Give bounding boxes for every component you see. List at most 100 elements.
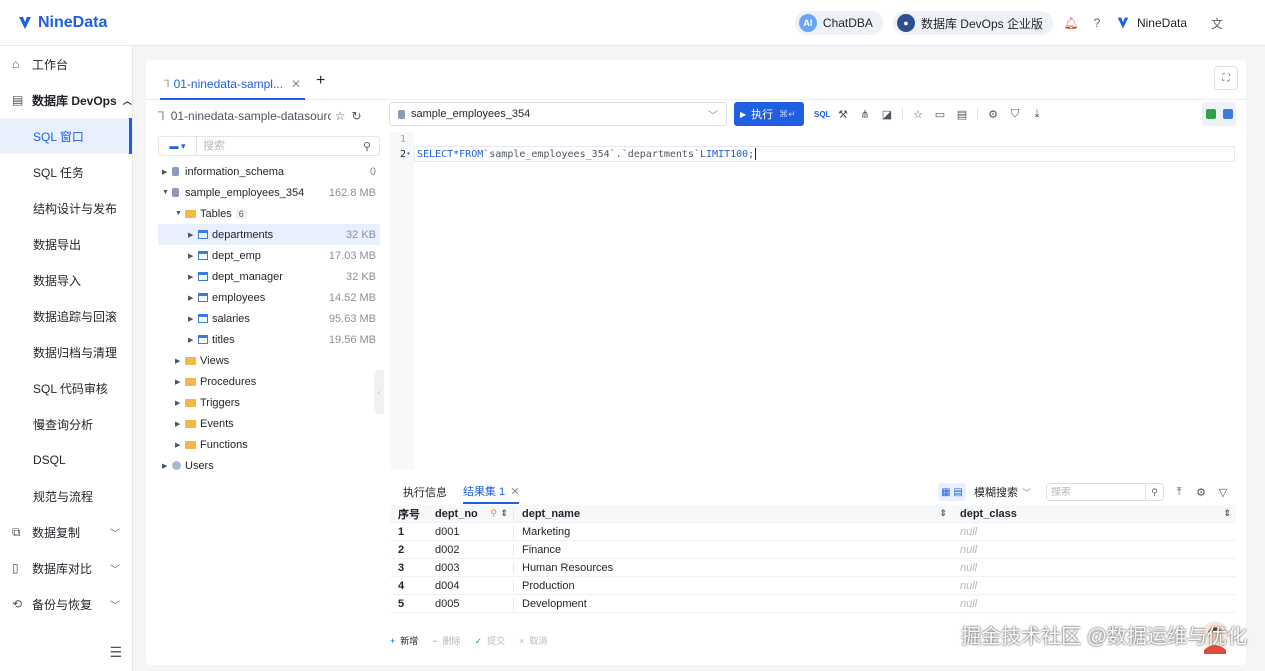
sidebar-item-data-archive[interactable]: 数据归档与清理: [0, 334, 132, 370]
collapse-arrow-icon[interactable]: ▼: [162, 189, 172, 196]
chatdba-button[interactable]: AI ChatDBA: [794, 11, 883, 35]
sidebar-item-workbench[interactable]: ⌂ 工作台: [0, 46, 132, 82]
paint-brush-icon[interactable]: ⚒: [836, 108, 850, 121]
expand-arrow-icon[interactable]: ▶: [162, 462, 172, 470]
cell-dept-class[interactable]: null: [952, 580, 1236, 592]
tree-node-views[interactable]: ▶ Views: [158, 350, 380, 371]
download-icon[interactable]: ⤓: [1030, 108, 1044, 121]
expand-arrow-icon[interactable]: ▶: [188, 315, 198, 323]
tree-node-sample-employees[interactable]: ▼ sample_employees_354 162.8 MB: [158, 182, 380, 203]
tree-node-users[interactable]: ▶ Users: [158, 455, 380, 476]
expand-arrow-icon[interactable]: ▶: [175, 357, 185, 365]
tree-node-functions[interactable]: ▶ Functions: [158, 434, 380, 455]
expand-arrow-icon[interactable]: ▶: [175, 420, 185, 428]
cell-dept-name[interactable]: Development: [513, 597, 952, 610]
column-header[interactable]: dept_no ⚲ ⇕: [427, 508, 513, 520]
column-header[interactable]: dept_name ⇕: [513, 507, 952, 520]
collapse-arrow-icon[interactable]: ▼: [175, 210, 185, 217]
cell-dept-no[interactable]: d002: [427, 544, 513, 556]
sidebar-item-sql-window[interactable]: SQL 窗口: [0, 118, 132, 154]
column-header[interactable]: dept_class ⇕: [952, 508, 1236, 520]
expand-arrow-icon[interactable]: ▶: [175, 378, 185, 386]
tree-node-table[interactable]: ▶ dept_manager 32 KB: [158, 266, 380, 287]
cell-dept-no[interactable]: d003: [427, 562, 513, 574]
sidebar-item-rules[interactable]: 规范与流程: [0, 478, 132, 514]
cell-dept-name[interactable]: Production: [513, 579, 952, 592]
sidebar-item-data-tracking[interactable]: 数据追踪与回滚: [0, 298, 132, 334]
table-row[interactable]: 5 d005 Development null: [390, 595, 1236, 613]
sql-code-line[interactable]: SELECT * FROM `sample_employees_354`.`de…: [414, 146, 1235, 162]
table-row[interactable]: 2 d002 Finance null: [390, 541, 1236, 559]
refresh-icon[interactable]: ↻: [351, 109, 361, 123]
sidebar-item-replication[interactable]: ⧉ 数据复制 ﹀: [0, 514, 132, 550]
tree-node-table[interactable]: ▶ employees 14.52 MB: [158, 287, 380, 308]
fullscreen-icon[interactable]: ⛶: [1214, 66, 1238, 90]
star-icon[interactable]: ☆: [335, 109, 346, 123]
collapse-tree-handle[interactable]: ‹: [374, 370, 384, 414]
sidebar-item-data-import[interactable]: 数据导入: [0, 262, 132, 298]
tab-sql-window[interactable]: ⅂ 01-ninedata-sampl... ✕: [160, 70, 306, 100]
expand-arrow-icon[interactable]: ▶: [188, 252, 198, 260]
result-search-input[interactable]: [1047, 486, 1145, 498]
cell-dept-no[interactable]: d001: [427, 526, 513, 538]
tab-exec-info[interactable]: 执行信息: [403, 484, 447, 500]
expand-arrow-icon[interactable]: ▶: [188, 336, 198, 344]
db-filter-dropdown[interactable]: ▬ ▾: [159, 137, 197, 155]
add-tab-button[interactable]: +: [316, 72, 325, 90]
sql-format-icon[interactable]: SQL: [814, 110, 830, 119]
cell-dept-name[interactable]: Finance: [513, 543, 952, 556]
sidebar-item-schema-design[interactable]: 结构设计与发布: [0, 190, 132, 226]
sidebar-item-data-export[interactable]: 数据导出: [0, 226, 132, 262]
settings-icon[interactable]: ⚙: [1194, 486, 1208, 499]
expand-arrow-icon[interactable]: ▶: [188, 231, 198, 239]
cell-dept-class[interactable]: null: [952, 562, 1236, 574]
shield-icon[interactable]: ⛉: [1008, 108, 1022, 121]
search-key-icon[interactable]: ⚲: [490, 508, 497, 519]
history-icon[interactable]: ▤: [955, 108, 969, 121]
add-row-button[interactable]: + 新增: [390, 634, 418, 647]
sidebar-item-sql-task[interactable]: SQL 任务: [0, 154, 132, 190]
share-icon[interactable]: ⋔: [858, 108, 872, 121]
sql-editor[interactable]: 1 2 • SELECT * FROM `sample_employees_35…: [390, 132, 1235, 470]
fuzzy-search-select[interactable]: 模糊搜索 ﹀: [974, 483, 1038, 501]
table-row[interactable]: 4 d004 Production null: [390, 577, 1236, 595]
close-icon[interactable]: ✕: [510, 485, 519, 498]
tree-node-tables[interactable]: ▼ Tables 6: [158, 203, 380, 224]
tree-node-procedures[interactable]: ▶ Procedures: [158, 371, 380, 392]
filter-icon[interactable]: ▽: [1216, 486, 1230, 499]
sidebar-item-devops[interactable]: ▤ 数据库 DevOps ︿: [0, 82, 132, 118]
star-icon[interactable]: ☆: [911, 108, 925, 121]
ai-assist-icon[interactable]: [1222, 109, 1233, 119]
cell-dept-class[interactable]: null: [952, 544, 1236, 556]
search-icon[interactable]: ⚲: [363, 140, 379, 153]
export-icon[interactable]: ⤒: [1172, 486, 1186, 499]
tree-node-information-schema[interactable]: ▶ information_schema 0: [158, 161, 380, 182]
tree-node-events[interactable]: ▶ Events: [158, 413, 380, 434]
account-menu[interactable]: NineData: [1115, 15, 1187, 31]
tree-search-input[interactable]: [197, 137, 363, 155]
cell-dept-class[interactable]: null: [952, 598, 1236, 610]
notification-bell-icon[interactable]: 🔔︎: [1063, 15, 1079, 31]
search-icon[interactable]: ⚲: [1145, 484, 1163, 500]
cell-dept-class[interactable]: null: [952, 526, 1236, 538]
sidebar-item-backup[interactable]: ⟲ 备份与恢复 ﹀: [0, 586, 132, 622]
cell-dept-no[interactable]: d005: [427, 598, 513, 610]
collapse-menu-icon[interactable]: ☰: [109, 644, 122, 661]
sort-icon[interactable]: ⇕: [939, 508, 947, 519]
tree-node-triggers[interactable]: ▶ Triggers: [158, 392, 380, 413]
ninedata-logo[interactable]: NineData: [16, 14, 107, 32]
cell-dept-name[interactable]: Marketing: [513, 525, 952, 538]
table-row[interactable]: 1 d001 Marketing null: [390, 523, 1236, 541]
chart-icon[interactable]: ◪: [880, 108, 894, 121]
grid-view-icon[interactable]: ▦ ▤: [938, 483, 966, 501]
delete-row-button[interactable]: − 删除: [432, 634, 460, 647]
tree-node-table[interactable]: ▶ titles 19.56 MB: [158, 329, 380, 350]
expand-arrow-icon[interactable]: ▶: [175, 399, 185, 407]
tree-node-table[interactable]: ▶ salaries 95.63 MB: [158, 308, 380, 329]
help-icon[interactable]: ?: [1089, 15, 1105, 31]
database-select[interactable]: sample_employees_354 ﹀: [389, 102, 727, 126]
table-row[interactable]: 3 d003 Human Resources null: [390, 559, 1236, 577]
sidebar-item-slow-query[interactable]: 慢查询分析: [0, 406, 132, 442]
run-button[interactable]: ▶ 执行 ⌘↵: [734, 102, 804, 126]
tree-node-table[interactable]: ▶ dept_emp 17.03 MB: [158, 245, 380, 266]
